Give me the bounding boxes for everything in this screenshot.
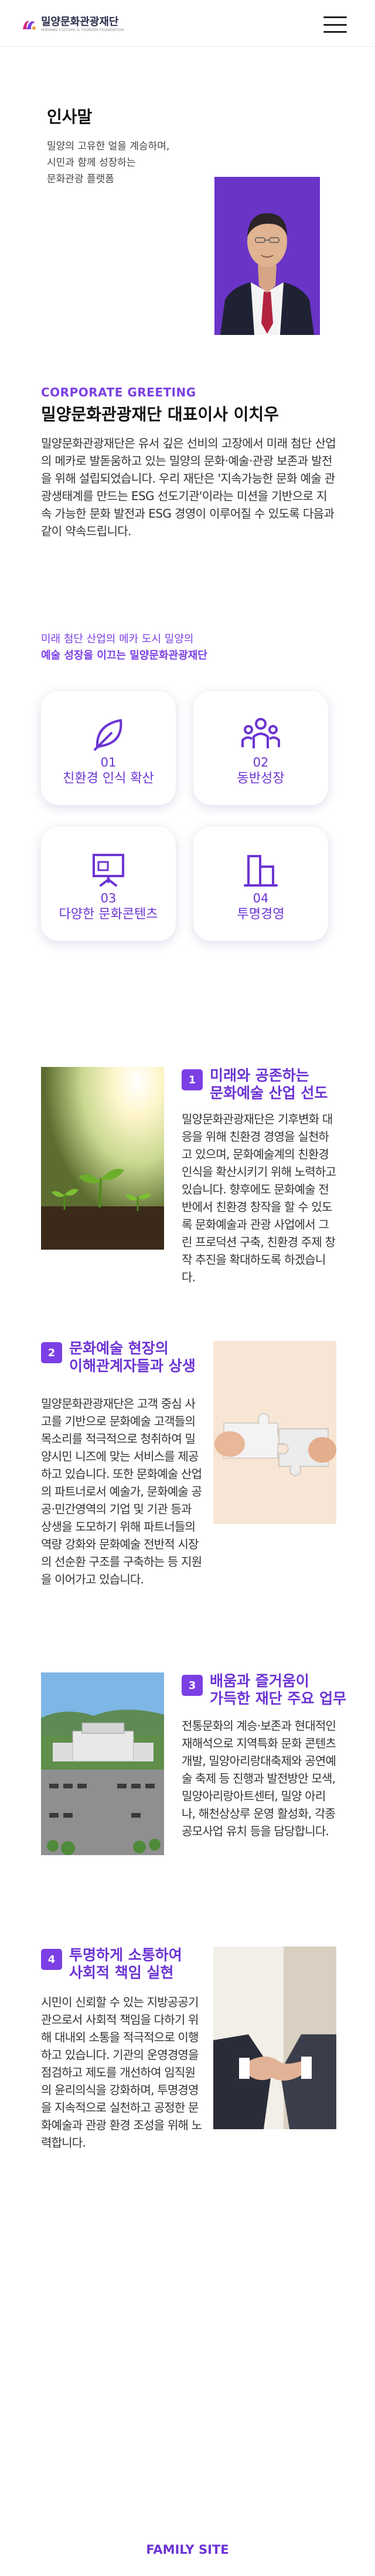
intro-subtitle: 밀양의 고유한 얼을 계승하며, 시민과 함께 성장하는 문화관광 플랫폼: [47, 141, 170, 185]
feature-title-line-1: 배움과 즐거움이: [210, 1672, 309, 1689]
feature-title-line-2: 사회적 책임 실현: [69, 1964, 174, 1981]
value-card-transparency[interactable]: 04 투명경영: [193, 827, 328, 941]
feature-1-header: 1 미래와 공존하는 문화예술 산업 선도: [182, 1067, 328, 1102]
site-logo[interactable]: 밀양문화관광재단 MIRYANG CULTURE & TOURISM FOUND…: [21, 16, 124, 33]
feature-4-body: 시민이 신뢰할 수 있는 지방공공기관으로서 사회적 책임을 다하기 위해 대내…: [41, 1995, 202, 2150]
feature-title-line-1: 미래와 공존하는: [210, 1067, 309, 1084]
value-card-label: 다양한 문화콘텐츠: [59, 907, 158, 922]
hamburger-menu-icon[interactable]: [323, 16, 347, 33]
logo-text: 밀양문화관광재단: [41, 16, 119, 28]
family-site-link[interactable]: FAMILY SITE: [0, 2543, 375, 2557]
value-card-number: 04: [253, 891, 269, 905]
feature-2-header: 2 문화예술 현장의 이해관계자들과 상생: [41, 1340, 196, 1375]
value-card-label: 친환경 인식 확산: [63, 771, 154, 786]
greeting-paragraph: 밀양문화관광재단은 유서 깊은 선비의 고장에서 미래 첨단 산업의 메카로 발…: [41, 436, 336, 538]
value-card-number: 03: [100, 891, 117, 905]
vision-line-2: 예술 성장을 이끄는 밀양문화관광재단: [41, 649, 207, 662]
feature-4-header: 4 투명하게 소통하여 사회적 책임 실현: [41, 1946, 182, 1982]
feature-number-badge: 3: [182, 1675, 203, 1696]
cityhall-photo: [41, 1672, 164, 1855]
greeting-title: 밀양문화관광재단 대표이사 이치우: [41, 405, 279, 424]
logo-subtext: MIRYANG CULTURE & TOURISM FOUNDATION: [41, 28, 124, 32]
sprouts-photo: [41, 1067, 164, 1250]
feature-number-badge: 4: [41, 1949, 62, 1970]
feature-3-body: 전통문화의 계승·보존과 현대적인 재해석으로 지역특화 문화 콘텐츠 개발, …: [182, 1719, 336, 1838]
value-card-number: 02: [253, 755, 269, 769]
value-card-eco[interactable]: 01 친환경 인식 확산: [41, 691, 176, 805]
feature-3-header: 3 배움과 즐거움이 가득한 재단 주요 업무: [182, 1672, 346, 1708]
logo-mark-icon: [23, 20, 36, 30]
feature-number-badge: 2: [41, 1342, 62, 1363]
corporate-greeting-label: CORPORATE GREETING: [41, 385, 196, 399]
presentation-icon: [93, 854, 124, 887]
value-card-label: 동반성장: [237, 771, 285, 786]
feature-title-line-2: 이해관계자들과 상생: [69, 1357, 196, 1374]
people-icon: [241, 718, 280, 748]
handshake-photo: [213, 1946, 336, 2129]
feature-title-line-2: 문화예술 산업 선도: [210, 1085, 328, 1101]
site-header: 밀양문화관광재단 MIRYANG CULTURE & TOURISM FOUND…: [0, 0, 375, 47]
leaf-icon: [94, 719, 122, 751]
vision-statement: 미래 첨단 산업의 메카 도시 밀양의 예술 성장을 이끄는 밀양문화관광재단: [41, 631, 337, 664]
feature-number-badge: 1: [182, 1069, 203, 1090]
feature-title-line-2: 가득한 재단 주요 업무: [210, 1690, 347, 1707]
ceo-portrait-photo: [214, 177, 320, 335]
feature-title-line-1: 투명하게 소통하여: [69, 1946, 182, 1963]
vision-line-1: 미래 첨단 산업의 메카 도시 밀양의: [41, 633, 194, 645]
greeting-body: 밀양문화관광재단은 유서 깊은 선비의 고장에서 미래 첨단 산업의 메카로 발…: [41, 435, 337, 540]
feature-1-body: 밀양문화관광재단은 기후변화 대응을 위해 친환경 경영을 실천하고 있으며, …: [182, 1112, 336, 1284]
puzzle-photo: [213, 1341, 336, 1524]
value-card-contents[interactable]: 03 다양한 문화콘텐츠: [41, 827, 176, 941]
value-card-label: 투명경영: [237, 907, 285, 922]
value-card-growth[interactable]: 02 동반성장: [193, 691, 328, 805]
feature-2-body: 밀양문화관광재단은 고객 중심 사고를 기반으로 문화예술 고객들의 목소리를 …: [41, 1397, 202, 1586]
page-title: 인사말: [47, 107, 93, 126]
building-icon: [244, 855, 278, 887]
value-card-number: 01: [100, 755, 117, 769]
feature-title-line-1: 문화예술 현장의: [69, 1340, 169, 1357]
ceo-portrait-illustration: [214, 177, 320, 335]
